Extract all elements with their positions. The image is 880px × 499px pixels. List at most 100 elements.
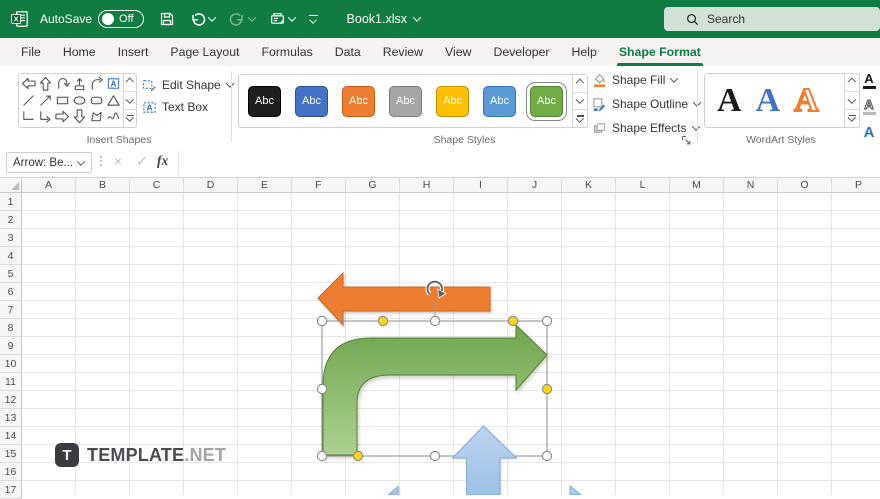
row-header-9[interactable]: 9 <box>0 337 22 355</box>
shape-style-black[interactable]: Abc <box>248 85 281 117</box>
tab-home[interactable]: Home <box>52 38 107 66</box>
column-header-C[interactable]: C <box>130 178 184 193</box>
autosave-toggle[interactable]: Off <box>98 10 144 28</box>
gallery-more-button[interactable] <box>124 109 136 127</box>
block-arrow-right-icon[interactable] <box>54 109 71 126</box>
wordart-style-black-fill[interactable]: A <box>717 83 742 118</box>
resize-handle-top-mid[interactable] <box>429 315 441 327</box>
text-fill-button[interactable]: A <box>858 68 880 92</box>
name-box-dropdown-icon[interactable] <box>76 156 86 166</box>
oval-icon[interactable] <box>71 92 88 109</box>
row-header-14[interactable]: 14 <box>0 427 22 445</box>
formula-input[interactable] <box>178 151 880 174</box>
column-header-L[interactable]: L <box>616 178 670 193</box>
tab-insert[interactable]: Insert <box>107 38 160 66</box>
column-header-G[interactable]: G <box>346 178 400 193</box>
edit-shape-button[interactable]: Edit Shape <box>142 75 234 95</box>
adjust-handle-4[interactable] <box>352 450 364 462</box>
shape-style-light-blue[interactable]: Abc <box>483 85 516 117</box>
select-all-corner[interactable] <box>0 178 22 193</box>
tab-review[interactable]: Review <box>372 38 434 66</box>
up-arrow-callout-icon[interactable] <box>71 75 88 92</box>
text-box-button[interactable]: A Text Box <box>142 97 208 117</box>
freeform-icon[interactable] <box>88 109 105 126</box>
styles-scroll-down-button[interactable] <box>573 91 587 110</box>
insert-function-button[interactable]: fx <box>157 153 168 169</box>
shape-style-green[interactable]: Abc <box>526 81 567 121</box>
cancel-button[interactable]: × <box>114 153 122 169</box>
column-header-H[interactable]: H <box>400 178 454 193</box>
column-header-J[interactable]: J <box>508 178 562 193</box>
shape-style-gold[interactable]: Abc <box>436 85 469 117</box>
row-header-8[interactable]: 8 <box>0 319 22 337</box>
tab-data[interactable]: Data <box>324 38 372 66</box>
shape-outline-button[interactable]: Shape Outline <box>592 94 702 114</box>
wordart-style-blue-fill[interactable]: A <box>756 83 781 118</box>
tab-shape-format[interactable]: Shape Format <box>608 38 712 66</box>
column-header-F[interactable]: F <box>292 178 346 193</box>
qat-overflow-button[interactable] <box>302 5 325 33</box>
redo-button[interactable] <box>222 5 262 33</box>
row-header-2[interactable]: 2 <box>0 211 22 229</box>
column-header-B[interactable]: B <box>76 178 130 193</box>
row-header-12[interactable]: 12 <box>0 391 22 409</box>
rectangle-icon[interactable] <box>54 92 71 109</box>
shape-style-gray[interactable]: Abc <box>389 85 422 117</box>
row-header-16[interactable]: 16 <box>0 463 22 481</box>
styles-more-button[interactable] <box>573 109 587 127</box>
row-header-4[interactable]: 4 <box>0 247 22 265</box>
workbook-title[interactable]: Book1.xlsx <box>347 12 422 26</box>
block-arrow-down-icon[interactable] <box>71 109 88 126</box>
block-arrow-up-icon[interactable] <box>37 75 54 92</box>
shape-fill-button[interactable]: Shape Fill <box>592 70 679 90</box>
rounded-rectangle-icon[interactable] <box>88 92 105 109</box>
quick-command-button[interactable] <box>262 5 302 33</box>
wordart-scroll-up-button[interactable] <box>845 74 859 91</box>
row-header-3[interactable]: 3 <box>0 229 22 247</box>
column-header-A[interactable]: A <box>22 178 76 193</box>
column-header-M[interactable]: M <box>670 178 724 193</box>
shape-styles-dialog-launcher[interactable] <box>681 135 692 149</box>
scribble-icon[interactable] <box>105 109 122 126</box>
row-header-5[interactable]: 5 <box>0 265 22 283</box>
column-header-K[interactable]: K <box>562 178 616 193</box>
column-header-I[interactable]: I <box>454 178 508 193</box>
bent-arrow-icon[interactable] <box>88 75 105 92</box>
wordart-style-orange-outline[interactable]: A <box>793 82 820 118</box>
isosceles-triangle-icon[interactable] <box>105 92 122 109</box>
column-header-N[interactable]: N <box>724 178 778 193</box>
row-header-6[interactable]: 6 <box>0 283 22 301</box>
elbow-arrow-connector-icon[interactable] <box>37 109 54 126</box>
row-header-15[interactable]: 15 <box>0 445 22 463</box>
curved-left-arrow-icon[interactable] <box>54 75 71 92</box>
row-header-17[interactable]: 17 <box>0 481 22 499</box>
styles-scroll-up-button[interactable] <box>573 75 587 92</box>
row-header-7[interactable]: 7 <box>0 301 22 319</box>
adjust-handle-1[interactable] <box>377 315 389 327</box>
tab-formulas[interactable]: Formulas <box>250 38 323 66</box>
column-header-D[interactable]: D <box>184 178 238 193</box>
tab-file[interactable]: File <box>10 38 52 66</box>
row-header-10[interactable]: 10 <box>0 355 22 373</box>
column-header-P[interactable]: P <box>832 178 880 193</box>
gallery-scroll-down-button[interactable] <box>124 91 136 109</box>
column-header-E[interactable]: E <box>238 178 292 193</box>
excel-app-icon[interactable]: X <box>10 9 30 29</box>
row-header-11[interactable]: 11 <box>0 373 22 391</box>
save-button[interactable] <box>152 5 182 33</box>
wordart-scroll-down-button[interactable] <box>845 91 859 109</box>
row-header-1[interactable]: 1 <box>0 193 22 211</box>
shape-style-orange[interactable]: Abc <box>342 85 375 117</box>
gallery-scroll-up-button[interactable] <box>124 74 136 91</box>
tab-page-layout[interactable]: Page Layout <box>159 38 250 66</box>
adjust-handle-2[interactable] <box>507 315 519 327</box>
tab-developer[interactable]: Developer <box>482 38 560 66</box>
line-arrow-icon[interactable] <box>37 92 54 109</box>
tab-view[interactable]: View <box>434 38 482 66</box>
elbow-connector-icon[interactable] <box>20 109 37 126</box>
text-outline-button[interactable]: A <box>858 94 880 118</box>
column-header-O[interactable]: O <box>778 178 832 193</box>
shape-style-blue[interactable]: Abc <box>295 85 328 117</box>
row-header-13[interactable]: 13 <box>0 409 22 427</box>
enter-button[interactable]: ✓ <box>136 153 148 170</box>
